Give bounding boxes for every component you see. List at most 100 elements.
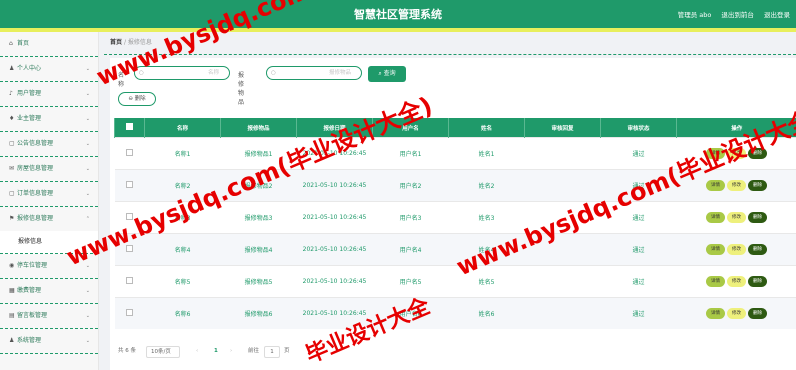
column-header[interactable]: 报修物品 (220, 118, 297, 138)
view-button[interactable]: 详情 (706, 308, 725, 319)
delete-button[interactable]: 删除 (748, 212, 767, 223)
sidebar-item-label: 缴费管理 (17, 287, 42, 294)
cell-date: 2021-05-10 10:26:45 (296, 265, 373, 298)
row-checkbox[interactable] (114, 169, 145, 202)
column-header[interactable]: 用户名 (372, 118, 449, 138)
column-header: 操作 (676, 118, 796, 138)
sidebar-item-orders[interactable]: ▢ 订单信息管理 ⌄ (0, 182, 98, 207)
mail-icon: ✉ (9, 165, 15, 172)
edit-button[interactable]: 修改 (727, 212, 746, 223)
cell-status: 通过 (600, 265, 677, 298)
breadcrumb-home[interactable]: 首页 (110, 39, 122, 46)
sidebar-item-repairs[interactable]: ⚑ 报修信息管理 ⌃ (0, 207, 98, 231)
table-row: 名称1 报修物品1 2021-05-10 10:26:45 用户名1 姓名1 通… (114, 137, 796, 170)
cell-realname: 姓名1 (448, 137, 525, 170)
edit-button[interactable]: 修改 (727, 244, 746, 255)
item-search-input[interactable]: ○ 报修物品 (266, 66, 362, 80)
edit-button[interactable]: 修改 (727, 180, 746, 191)
cell-reply (524, 265, 601, 298)
cell-realname: 姓名5 (448, 265, 525, 298)
sidebar-item-users[interactable]: ♪ 用户管理 ⌄ (0, 82, 98, 107)
sidebar-item-owners[interactable]: ♦ 业主管理 ⌄ (0, 107, 98, 132)
sidebar-item-notices[interactable]: ▢ 公告信息管理 ⌄ (0, 132, 98, 157)
sidebar-item-profile[interactable]: ♟ 个人中心 ⌄ (0, 57, 98, 82)
edit-button[interactable]: 修改 (727, 276, 746, 287)
page-number-current[interactable]: 1 (214, 344, 218, 358)
search-button[interactable]: ⌕ 查询 (368, 66, 406, 82)
delete-button[interactable]: 删除 (748, 308, 767, 319)
prev-page-button[interactable]: ‹ (196, 344, 198, 358)
chevron-down-icon: ⌄ (85, 288, 90, 294)
pin-icon: ♦ (9, 115, 15, 122)
delete-button[interactable]: 删除 (748, 276, 767, 287)
chevron-down-icon: ⌄ (85, 313, 90, 319)
sidebar-subitem-repair-info[interactable]: 报修信息 (0, 231, 98, 254)
select-all-checkbox[interactable] (114, 118, 145, 138)
chevron-up-icon: ⌃ (85, 216, 90, 222)
table-row: 名称4 报修物品4 2021-05-10 10:26:45 用户名4 姓名4 通… (114, 233, 796, 266)
delete-button[interactable]: 删除 (748, 180, 767, 191)
cell-actions: 详情 修改 删除 (676, 297, 796, 329)
row-checkbox[interactable] (114, 297, 145, 329)
row-checkbox[interactable] (114, 265, 145, 298)
column-header[interactable]: 名称 (144, 118, 221, 138)
sidebar-item-parking[interactable]: ◉ 停车位管理 ⌄ (0, 254, 98, 279)
sidebar-item-label: 公告信息管理 (17, 140, 54, 147)
sidebar-item-home[interactable]: ⌂ 首页 (0, 32, 98, 57)
view-button[interactable]: 详情 (706, 148, 725, 159)
cell-user: 用户名5 (372, 265, 449, 298)
board-icon: ▤ (9, 312, 15, 319)
sidebar-item-messages[interactable]: ▤ 留言板管理 ⌄ (0, 304, 98, 329)
sidebar-item-system[interactable]: ♟ 系统管理 ⌄ (0, 329, 98, 354)
grid-icon: ▦ (9, 287, 15, 294)
next-page-button[interactable]: › (230, 344, 232, 358)
edit-button[interactable]: 修改 (727, 308, 746, 319)
batch-delete-button[interactable]: ⊖ 删除 (118, 92, 156, 106)
delete-button[interactable]: 删除 (748, 244, 767, 255)
cell-actions: 详情 修改 删除 (676, 201, 796, 234)
column-header[interactable]: 审核状态 (600, 118, 677, 138)
chevron-down-icon: ⌄ (85, 66, 90, 72)
view-button[interactable]: 详情 (706, 244, 725, 255)
flag-icon: ⚑ (9, 215, 15, 222)
goto-label: 前往 (248, 348, 260, 354)
sidebar-item-fees[interactable]: ▦ 缴费管理 ⌄ (0, 279, 98, 304)
logout-link[interactable]: 退出登录 (764, 11, 790, 19)
sidebar-item-label: 订单信息管理 (17, 190, 54, 197)
goto-page-input[interactable]: 1 (264, 346, 280, 358)
sidebar-item-houses[interactable]: ✉ 房屋信息管理 ⌄ (0, 157, 98, 182)
back-to-front-link[interactable]: 退出到前台 (721, 11, 754, 19)
cell-user: 用户名3 (372, 201, 449, 234)
cell-actions: 详情 修改 删除 (676, 169, 796, 202)
cell-name: 名称1 (144, 137, 221, 170)
delete-button[interactable]: 删除 (748, 148, 767, 159)
repair-table: 名称 报修物品 报修日期 用户名 姓名 审核回复 审核状态 操作 名称1 报修物… (114, 118, 796, 329)
column-header[interactable]: 报修日期 (296, 118, 373, 138)
column-header[interactable]: 姓名 (448, 118, 525, 138)
cell-item: 报修物品4 (220, 233, 297, 266)
view-button[interactable]: 详情 (706, 180, 725, 191)
row-checkbox[interactable] (114, 137, 145, 170)
cell-reply (524, 297, 601, 329)
cell-actions: 详情 修改 删除 (676, 265, 796, 298)
row-checkbox[interactable] (114, 233, 145, 266)
cell-realname: 姓名2 (448, 169, 525, 202)
view-button[interactable]: 详情 (706, 276, 725, 287)
row-checkbox[interactable] (114, 201, 145, 234)
item-placeholder: 报修物品 (328, 70, 351, 76)
name-label: 名称 (118, 72, 125, 88)
location-icon: ◉ (9, 262, 15, 269)
cell-realname: 姓名4 (448, 233, 525, 266)
cell-name: 名称6 (144, 297, 221, 329)
header-actions: 管理员 abo 退出到前台 退出登录 (670, 9, 790, 19)
cell-date: 2021-05-10 10:26:45 (296, 137, 373, 170)
edit-button[interactable]: 修改 (727, 148, 746, 159)
cell-status: 通过 (600, 297, 677, 329)
breadcrumb: 首页 / 报修信息 (110, 36, 152, 50)
column-header[interactable]: 审核回复 (524, 118, 601, 138)
name-search-input[interactable]: ○ 名称 (134, 66, 230, 80)
cell-realname: 姓名6 (448, 297, 525, 329)
cell-user: 用户名6 (372, 297, 449, 329)
page-size-select[interactable]: 10条/页 (146, 346, 180, 358)
view-button[interactable]: 详情 (706, 212, 725, 223)
